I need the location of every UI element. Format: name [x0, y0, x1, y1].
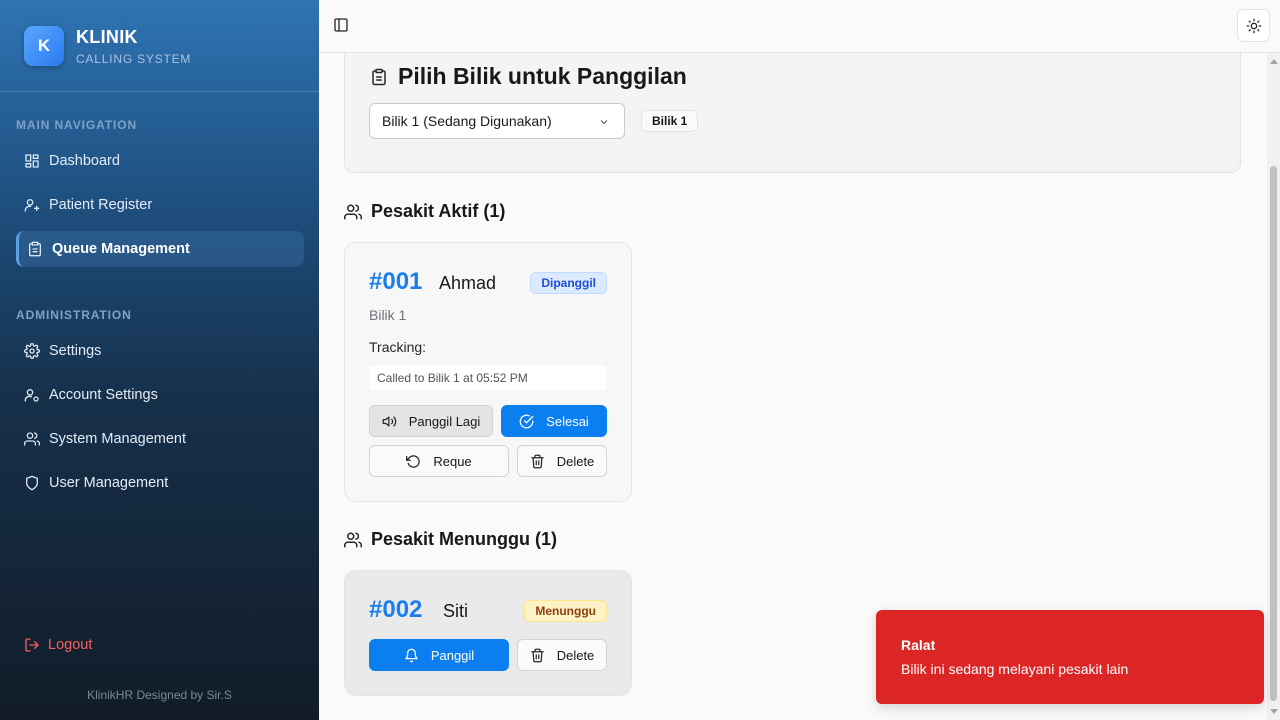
bell-icon: [405, 648, 418, 662]
queue-number: #002: [369, 596, 423, 623]
room-select-value: Bilik 1 (Sedang Digunakan): [382, 113, 552, 129]
waiting-patient-card: #002 Siti Menunggu Panggil Delete: [344, 570, 632, 696]
queue-number: #001: [369, 268, 423, 295]
brand-subtitle: CALLING SYSTEM: [76, 52, 192, 66]
footer-credit: KlinikHR Designed by Sir.S: [87, 688, 232, 702]
sidebar-item-queue-management[interactable]: Queue Management: [16, 231, 304, 267]
toast-message: Bilik ini sedang melayani pesakit lain: [901, 661, 1129, 677]
requeue-label: Reque: [433, 453, 472, 469]
requeue-button[interactable]: Reque: [369, 445, 509, 477]
logo: K: [24, 26, 64, 66]
sidebar-item-dashboard[interactable]: Dashboard: [16, 143, 304, 179]
sidebar-item-patient-register[interactable]: Patient Register: [16, 187, 304, 223]
scroll-down-arrow[interactable]: [1270, 709, 1278, 714]
sidebar-item-label: System Management: [49, 431, 187, 447]
clipboard-icon: [29, 241, 41, 257]
active-patients-heading: Pesakit Aktif (1): [344, 201, 505, 222]
patient-room: Bilik 1: [369, 307, 407, 323]
scroll-thumb[interactable]: [1270, 166, 1277, 701]
brand[interactable]: K KLINIK CALLING SYSTEM: [24, 26, 191, 66]
volume-icon: [382, 416, 396, 426]
sidebar-item-label: User Management: [49, 475, 169, 491]
sidebar-toggle-button[interactable]: [333, 17, 351, 35]
status-badge: Dipanggil: [530, 272, 607, 294]
users-icon: [344, 204, 362, 219]
user-cog-icon: [24, 389, 39, 402]
brand-text: KLINIK CALLING SYSTEM: [76, 27, 191, 66]
shield-icon: [26, 475, 38, 491]
user-plus-icon: [24, 199, 40, 212]
gear-icon: [24, 343, 40, 359]
room-select-dropdown[interactable]: Bilik 1 (Sedang Digunakan): [369, 103, 625, 139]
patient-name: Ahmad: [439, 273, 497, 293]
trash-icon: [530, 648, 544, 662]
delete-button[interactable]: Delete: [517, 639, 607, 671]
theme-toggle-button[interactable]: [1237, 9, 1270, 42]
scroll-up-arrow[interactable]: [1270, 59, 1278, 64]
main-scrollbar[interactable]: [1267, 53, 1280, 720]
sidebar-item-account-settings[interactable]: Account Settings: [16, 377, 304, 413]
sidebar-item-user-management[interactable]: User Management: [16, 465, 304, 501]
call-button[interactable]: Panggil: [369, 639, 509, 671]
delete-label: Delete: [556, 647, 595, 663]
sidebar-item-label: Account Settings: [49, 387, 158, 403]
sidebar-item-label: Patient Register: [49, 197, 153, 213]
users-icon: [24, 432, 40, 446]
sidebar-item-label: Queue Management: [52, 241, 190, 257]
administration-label: ADMINISTRATION: [16, 308, 132, 322]
room-select-title: Pilih Bilik untuk Panggilan: [370, 63, 687, 90]
sun-icon: [1246, 18, 1261, 33]
sidebar: K KLINIK CALLING SYSTEM MAIN NAVIGATION …: [0, 0, 319, 720]
done-button[interactable]: Selesai: [501, 405, 607, 437]
tracking-label: Tracking:: [369, 339, 427, 355]
chevron-down-icon: [600, 120, 608, 125]
users-icon: [344, 532, 362, 547]
sidebar-item-label: Settings: [49, 343, 102, 359]
rotate-ccw-icon: [406, 454, 421, 468]
patient-name: Siti: [443, 601, 469, 621]
recall-label: Panggil Lagi: [408, 413, 481, 429]
done-label: Selesai: [546, 413, 589, 429]
active-patient-card: #001 Ahmad Dipanggil Bilik 1 Tracking: C…: [344, 242, 632, 502]
sidebar-item-label: Dashboard: [49, 153, 120, 169]
main-navigation-label: MAIN NAVIGATION: [16, 118, 138, 132]
active-patients-heading-text: Pesakit Aktif (1): [371, 201, 506, 221]
sidebar-item-settings[interactable]: Settings: [16, 333, 304, 369]
waiting-patients-heading: Pesakit Menunggu (1): [344, 529, 557, 550]
sidebar-divider: [0, 91, 319, 92]
logout-icon: [25, 638, 39, 652]
logout-button[interactable]: Logout: [24, 637, 92, 653]
error-toast[interactable]: Ralat Bilik ini sedang melayani pesakit …: [876, 610, 1264, 704]
tracking-log: Called to Bilik 1 at 05:52 PM: [369, 365, 607, 390]
panel-left-icon: [334, 18, 348, 32]
room-select-title-text: Pilih Bilik untuk Panggilan: [398, 63, 687, 89]
delete-label: Delete: [556, 453, 595, 469]
trash-icon: [530, 454, 544, 468]
recall-button[interactable]: Panggil Lagi: [369, 405, 493, 437]
dashboard-icon: [25, 154, 39, 168]
room-badge: Bilik 1: [641, 110, 699, 132]
delete-button[interactable]: Delete: [517, 445, 607, 477]
brand-title: KLINIK: [76, 27, 138, 47]
sidebar-item-system-management[interactable]: System Management: [16, 421, 304, 457]
logout-label: Logout: [48, 637, 93, 653]
call-label: Panggil: [430, 647, 475, 663]
toast-title: Ralat: [901, 637, 936, 653]
check-circle-icon: [519, 414, 534, 428]
status-badge: Menunggu: [524, 600, 607, 622]
room-select-card: Pilih Bilik untuk Panggilan Bilik 1 (Sed…: [344, 53, 1241, 173]
clipboard-icon: [372, 68, 386, 85]
waiting-patients-heading-text: Pesakit Menunggu (1): [371, 529, 558, 549]
top-bar: [319, 0, 1280, 53]
